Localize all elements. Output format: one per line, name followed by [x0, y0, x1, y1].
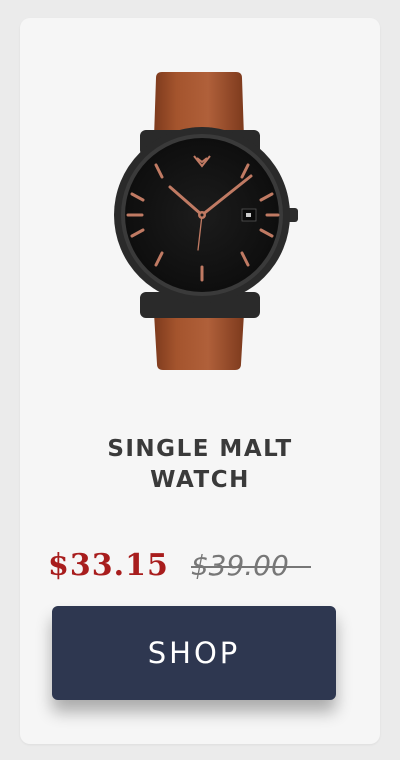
- sale-price: $33.15: [48, 547, 169, 583]
- shop-button[interactable]: SHOP: [52, 606, 336, 700]
- product-title[interactable]: SINGLE MALT WATCH: [20, 434, 380, 496]
- product-image[interactable]: [20, 68, 380, 398]
- original-price: $39.00: [190, 549, 311, 582]
- product-title-line1: SINGLE MALT: [107, 436, 293, 462]
- product-card[interactable]: SINGLE MALT WATCH $33.15 $39.00 SHOP: [20, 18, 380, 744]
- product-title-line2: WATCH: [150, 467, 250, 493]
- strikethrough-line: [190, 565, 311, 568]
- watch-image: [114, 72, 298, 370]
- price-row: $33.15 $39.00: [48, 544, 311, 586]
